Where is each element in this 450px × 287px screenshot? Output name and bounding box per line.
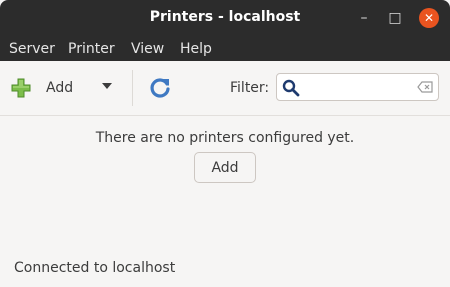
add-printer-main-button[interactable]: Add xyxy=(194,152,256,183)
close-button[interactable]: ✕ xyxy=(419,8,439,28)
menu-server[interactable]: Server xyxy=(9,41,55,57)
search-icon xyxy=(282,79,300,97)
filter-input[interactable] xyxy=(305,77,414,99)
add-button-label: Add xyxy=(46,80,74,96)
refresh-icon xyxy=(150,78,170,98)
menubar: Server Printer View Help xyxy=(0,37,450,61)
add-printer-button[interactable]: Add xyxy=(10,74,73,102)
chevron-down-icon[interactable] xyxy=(102,83,112,89)
menu-help[interactable]: Help xyxy=(180,41,212,57)
filter-label: Filter: xyxy=(230,80,270,96)
status-text: Connected to localhost xyxy=(14,260,176,276)
toolbar: Add Filter: xyxy=(0,61,450,116)
window-title: Printers - localhost xyxy=(149,9,301,25)
close-icon: ✕ xyxy=(423,11,435,25)
window-titlebar: Printers - localhost – □ ✕ xyxy=(0,0,450,37)
maximize-button[interactable]: □ xyxy=(385,8,405,28)
minimize-icon: – xyxy=(360,10,368,26)
empty-state-message: There are no printers configured yet. xyxy=(95,130,355,146)
menu-printer[interactable]: Printer xyxy=(68,41,115,57)
refresh-button[interactable] xyxy=(148,76,172,100)
plus-icon xyxy=(10,77,32,99)
maximize-icon: □ xyxy=(388,10,402,26)
clear-icon[interactable] xyxy=(417,81,433,93)
filter-field[interactable] xyxy=(276,73,439,101)
minimize-button[interactable]: – xyxy=(354,8,374,28)
toolbar-separator xyxy=(132,70,133,106)
menu-view[interactable]: View xyxy=(131,41,164,57)
